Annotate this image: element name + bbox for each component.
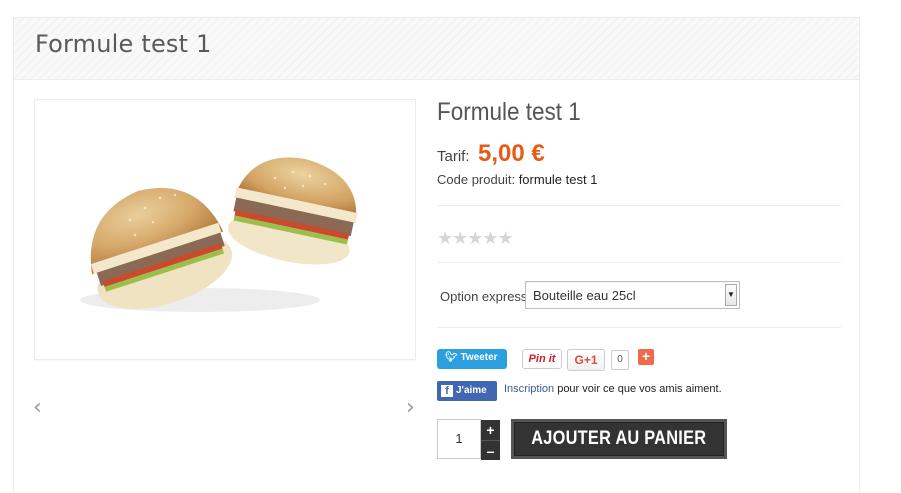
- quantity-decrease-button[interactable]: –: [481, 440, 500, 460]
- price-label: Tarif:: [437, 148, 470, 165]
- divider: [437, 262, 841, 263]
- facebook-like-label: J'aime: [456, 385, 487, 396]
- share-add-button[interactable]: +: [638, 349, 654, 365]
- divider: [437, 327, 841, 328]
- price-value: 5,00 €: [477, 140, 545, 167]
- facebook-social-text: Inscription pour voir ce que vos amis ai…: [504, 383, 722, 395]
- sandwich-image: [80, 157, 358, 312]
- twitter-icon: 🐦︎: [445, 352, 458, 363]
- quantity-stepper: + –: [481, 420, 500, 460]
- option-label: Option express: [440, 289, 528, 304]
- option-select-value: Bouteille eau 25cl: [533, 288, 636, 303]
- tweet-label: Tweeter: [460, 352, 498, 363]
- divider: [437, 205, 841, 206]
- gallery-prev-arrow[interactable]: ‹: [33, 397, 42, 419]
- quantity-increase-button[interactable]: +: [481, 420, 500, 440]
- google-plus-count: 0: [611, 350, 629, 370]
- facebook-signup-link[interactable]: Inscription: [504, 383, 554, 395]
- facebook-like-button[interactable]: f J'aime: [437, 381, 497, 401]
- product-name: Formule test 1: [437, 98, 581, 126]
- product-image[interactable]: [34, 99, 416, 360]
- facebook-social-caption: pour voir ce que vos amis aiment.: [554, 383, 722, 395]
- add-to-cart-button[interactable]: AJOUTER AU PANIER: [511, 419, 727, 459]
- select-caret-icon[interactable]: ▼: [725, 284, 737, 306]
- reference-label: Code produit:: [437, 172, 516, 187]
- add-to-cart-label: AJOUTER AU PANIER: [531, 428, 707, 449]
- facebook-icon: f: [441, 385, 453, 397]
- pinterest-button[interactable]: Pin it: [522, 349, 562, 369]
- tweet-button[interactable]: 🐦︎ Tweeter: [437, 349, 507, 369]
- quantity-input[interactable]: 1: [437, 419, 481, 459]
- product-reference: Code produit: formule test 1: [437, 172, 597, 187]
- option-select[interactable]: Bouteille eau 25cl ▼: [525, 281, 740, 309]
- page-title: Formule test 1: [35, 30, 212, 58]
- google-plus-button[interactable]: G+1: [567, 349, 605, 371]
- reference-value: formule test 1: [518, 172, 598, 187]
- price-row: Tarif: 5,00 €: [437, 140, 545, 168]
- gallery-next-arrow[interactable]: ›: [406, 397, 415, 419]
- rating-stars-icon[interactable]: ★★★★★: [437, 228, 514, 249]
